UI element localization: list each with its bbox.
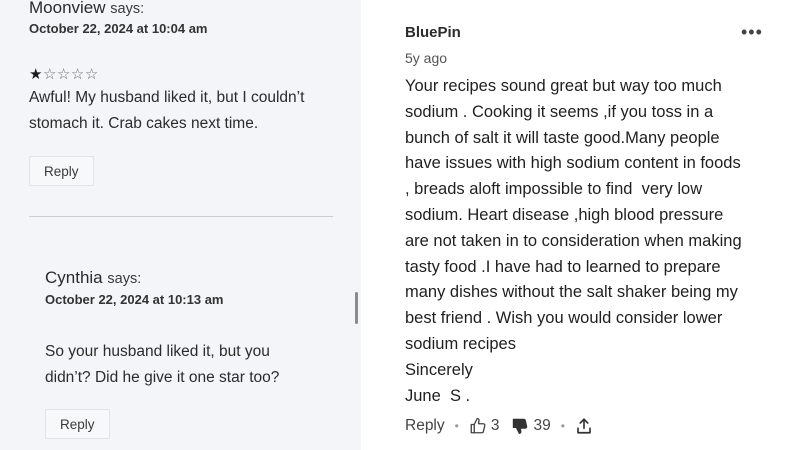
star-empty-icon: ☆ bbox=[84, 66, 99, 83]
reply-button[interactable]: Reply bbox=[29, 156, 94, 186]
comment-line: Sincerely bbox=[405, 360, 473, 379]
comment-date: October 22, 2024 at 10:04 am bbox=[29, 21, 208, 36]
star-empty-icon: ☆ bbox=[56, 66, 71, 83]
dislike-count: 39 bbox=[533, 417, 551, 434]
thumbs-up-icon bbox=[469, 417, 487, 435]
comment-line: sodium . Cooking it seems ,if you toss i… bbox=[405, 102, 714, 121]
star-filled-icon: ★ bbox=[29, 66, 43, 83]
comment-line: have issues with high sodium content in … bbox=[405, 154, 741, 173]
comment-line: many dishes without the salt shaker bein… bbox=[405, 283, 738, 302]
comment-body: Awful! My husband liked it, but I couldn… bbox=[29, 85, 304, 137]
star-empty-icon: ☆ bbox=[42, 66, 57, 83]
comment-line: Your recipes sound great but way too muc… bbox=[405, 77, 722, 95]
reply-link[interactable]: Reply bbox=[405, 417, 445, 435]
thumbs-down-icon bbox=[511, 417, 529, 435]
reply-body-line: So your husband liked it, but you bbox=[45, 343, 270, 360]
more-options-icon[interactable]: ••• bbox=[741, 22, 763, 43]
comment-body: Your recipes sound great but way too muc… bbox=[405, 74, 785, 409]
comment-line: sodium. Heart disease ,high blood pressu… bbox=[405, 205, 724, 224]
like-button[interactable]: 3 bbox=[469, 417, 500, 435]
comment-divider bbox=[29, 216, 333, 217]
separator-dot: • bbox=[454, 419, 459, 433]
reply-button[interactable]: Reply bbox=[45, 409, 110, 439]
right-comment-panel: BluePin 5y ago ••• Your recipes sound gr… bbox=[361, 0, 800, 450]
scrollbar-thumb[interactable] bbox=[355, 292, 358, 324]
reply-body: So your husband liked it, but you didn’t… bbox=[45, 339, 279, 391]
reply-author-line: Cynthia says: bbox=[45, 268, 141, 288]
comment-line: best friend . Wish you would consider lo… bbox=[405, 309, 723, 328]
comment-line: , breads aloft impossible to find very l… bbox=[405, 180, 703, 199]
comment-line: bunch of salt it will taste good.Many pe… bbox=[405, 128, 720, 147]
comment-line: sodium recipes bbox=[405, 334, 516, 353]
comment-body-line: Awful! My husband liked it, but I couldn… bbox=[29, 89, 305, 106]
like-count: 3 bbox=[490, 417, 500, 434]
says-label: says: bbox=[110, 1, 145, 17]
says-label: says: bbox=[107, 271, 142, 287]
reply-author-name: Cynthia bbox=[45, 268, 103, 287]
comment-author-line: Moonview says: bbox=[29, 0, 144, 18]
comment-line: are not taken in to consideration when m… bbox=[405, 231, 742, 250]
share-icon[interactable] bbox=[575, 417, 593, 435]
star-empty-icon: ☆ bbox=[70, 66, 85, 83]
comment-line: tasty food .I have had to learned to pre… bbox=[405, 257, 721, 276]
separator-dot: • bbox=[560, 419, 565, 433]
comment-body-line: stomach it. Crab cakes next time. bbox=[29, 115, 259, 132]
star-rating: ★☆☆☆☆ bbox=[29, 65, 99, 83]
comment-line: June S . bbox=[405, 386, 471, 405]
left-comments-panel: Moonview says: October 22, 2024 at 10:04… bbox=[0, 0, 361, 450]
comment-username[interactable]: BluePin bbox=[405, 24, 461, 41]
reply-body-line: didn’t? Did he give it one star too? bbox=[45, 369, 280, 386]
comment-time-ago: 5y ago bbox=[405, 50, 448, 66]
dislike-button[interactable]: 39 bbox=[511, 417, 551, 435]
comment-author-name: Moonview bbox=[29, 0, 106, 17]
comment-actions: Reply • 3 39 • bbox=[405, 414, 593, 438]
reply-date: October 22, 2024 at 10:13 am bbox=[45, 292, 224, 307]
